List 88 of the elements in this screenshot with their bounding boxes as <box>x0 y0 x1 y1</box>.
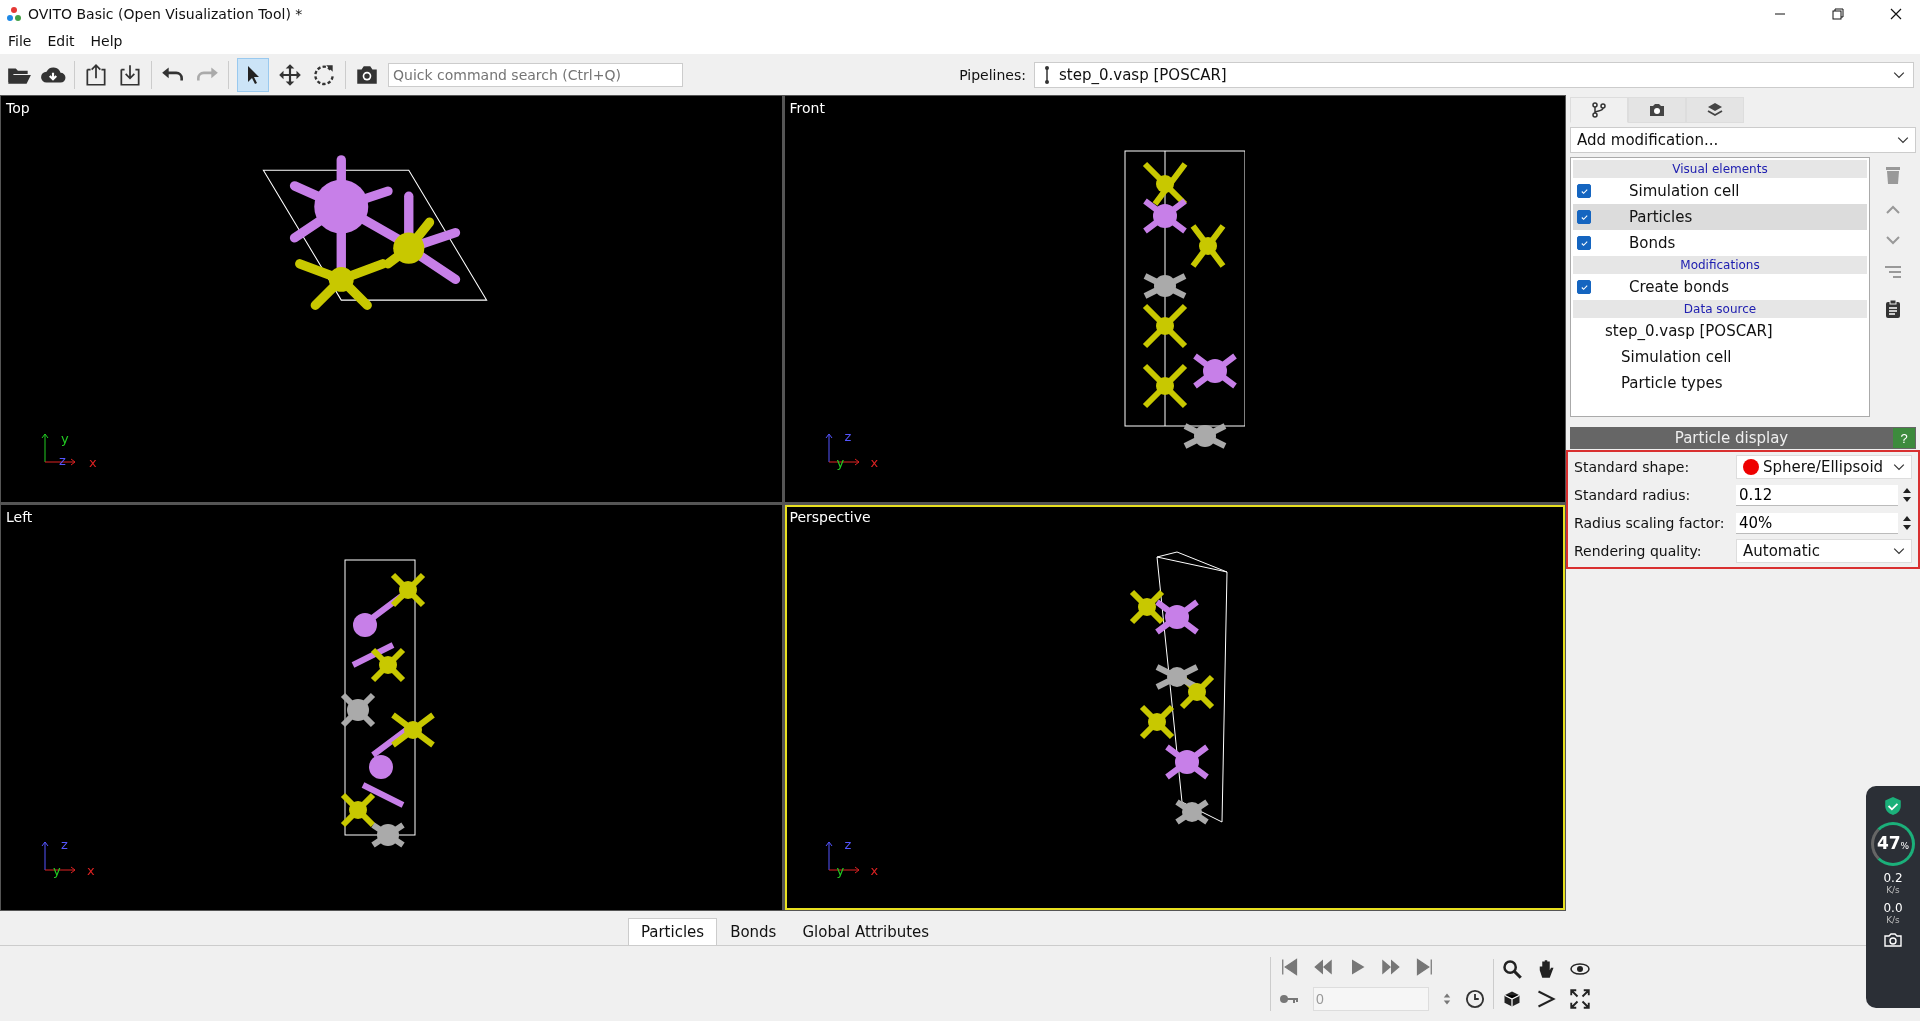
check-icon <box>1579 186 1589 196</box>
axis-label: y <box>836 864 845 877</box>
viewport[interactable]: Front z y x <box>784 96 1565 502</box>
viewport[interactable]: Top y z x <box>1 96 782 502</box>
select-mode-button[interactable] <box>237 57 269 92</box>
checkbox[interactable] <box>1577 280 1591 294</box>
pipeline-item[interactable]: Create bonds <box>1573 274 1867 300</box>
camera-icon[interactable] <box>1883 932 1903 948</box>
pipeline-item[interactable]: Particles <box>1573 204 1867 230</box>
number-field[interactable]: 40% <box>1736 512 1898 534</box>
close-icon[interactable] <box>1890 8 1902 20</box>
viewport-title[interactable]: Top <box>6 100 30 116</box>
usage-gauge: 47% <box>1871 822 1915 866</box>
dropdown[interactable]: Automatic <box>1736 539 1912 563</box>
pipeline-item[interactable]: step_0.vasp [POSCAR] <box>1573 318 1867 344</box>
axis-label: x <box>870 864 879 877</box>
axis-label: z <box>59 453 66 467</box>
checkbox[interactable] <box>1577 236 1591 250</box>
menu-item[interactable]: Help <box>90 33 123 49</box>
app-logo-icon <box>6 6 22 22</box>
viewport-title[interactable]: Front <box>789 100 825 116</box>
pipelines-label: Pipelines: <box>959 66 1026 83</box>
checkbox[interactable] <box>1577 184 1591 198</box>
pipeline-tab[interactable] <box>1570 97 1628 123</box>
section-heading: Data source <box>1573 300 1867 318</box>
data-tab[interactable]: Particles <box>627 918 718 945</box>
camera-icon <box>1648 102 1666 118</box>
caret-icon <box>1897 136 1909 144</box>
pipeline-dropdown[interactable]: step_0.vasp [POSCAR] <box>1034 61 1914 88</box>
data-tab[interactable]: Global Attributes <box>789 918 943 945</box>
editor-title: Particle display <box>1673 429 1790 447</box>
clipboard-icon[interactable] <box>1885 299 1901 319</box>
caret-icon <box>1893 463 1905 471</box>
section-heading: Visual elements <box>1573 160 1867 178</box>
axis-label: z <box>844 838 852 851</box>
window-title: OVITO Basic (Open Visualization Tool) * <box>28 6 303 22</box>
restore-icon[interactable] <box>1832 8 1844 20</box>
menu-item[interactable]: Edit <box>47 33 75 49</box>
pipeline-item[interactable]: Bonds <box>1573 230 1867 256</box>
shield-icon <box>1884 796 1902 816</box>
speed-unit: K/s <box>1886 884 1900 896</box>
caret-icon <box>1893 70 1905 79</box>
clock-icon[interactable] <box>1465 988 1485 1009</box>
field-label: Rendering quality: <box>1574 543 1703 559</box>
axis-label: x <box>870 455 879 469</box>
viewport[interactable]: Left z y x <box>1 504 782 910</box>
field-label: Radius scaling factor: <box>1574 515 1726 531</box>
section-heading: Modifications <box>1573 256 1867 274</box>
layers-icon <box>1707 102 1723 118</box>
data-tab[interactable]: Bonds <box>717 918 790 945</box>
axis-label: y <box>61 431 69 445</box>
menu-item[interactable]: File <box>8 33 32 49</box>
checkbox[interactable] <box>1577 210 1591 224</box>
field-label: Standard radius: <box>1574 487 1692 503</box>
pipeline-item[interactable]: Simulation cell <box>1573 344 1867 370</box>
zoom-icon[interactable] <box>1502 958 1522 979</box>
check-icon <box>1579 282 1589 292</box>
axis-label: y <box>53 864 61 877</box>
download-speed: 0.0 <box>1883 902 1903 914</box>
number-field[interactable]: 0.12 <box>1736 484 1898 506</box>
viewport-title[interactable]: Perspective <box>789 508 871 525</box>
branch-icon <box>1591 102 1607 118</box>
check-icon <box>1579 238 1589 248</box>
viewport-title[interactable]: Left <box>6 508 33 525</box>
skip-start-icon[interactable] <box>1279 956 1299 977</box>
axis-label: y <box>836 455 845 469</box>
field-label: Standard shape: <box>1574 459 1691 475</box>
axis-label: x <box>89 455 97 469</box>
help-button[interactable]: ? <box>1893 428 1915 448</box>
check-icon <box>1579 212 1589 222</box>
maximize-icon[interactable] <box>1570 988 1590 1009</box>
axis-label: z <box>844 429 852 443</box>
viewport[interactable]: Perspective z y x <box>784 504 1565 910</box>
pipeline-item[interactable]: Simulation cell <box>1573 178 1867 204</box>
axis-label: x <box>87 864 95 877</box>
pipeline-item[interactable]: Particle types <box>1573 370 1867 396</box>
skip-end-icon[interactable] <box>1415 956 1435 977</box>
dropdown[interactable]: Sphere/Ellipsoid <box>1736 455 1912 479</box>
caret-icon <box>1893 547 1905 555</box>
pipeline-icon <box>1043 64 1051 85</box>
command-search-field[interactable]: Quick command search (Ctrl+Q) <box>388 62 683 87</box>
speed-unit: K/s <box>1886 914 1900 926</box>
field-of-view-icon[interactable] <box>1536 988 1556 1009</box>
upload-speed: 0.2 <box>1883 872 1903 884</box>
render-tab[interactable] <box>1628 97 1686 123</box>
add-modification-dropdown[interactable]: Add modification... <box>1570 127 1916 153</box>
layers-tab[interactable] <box>1686 97 1744 123</box>
axis-label: z <box>61 838 68 851</box>
